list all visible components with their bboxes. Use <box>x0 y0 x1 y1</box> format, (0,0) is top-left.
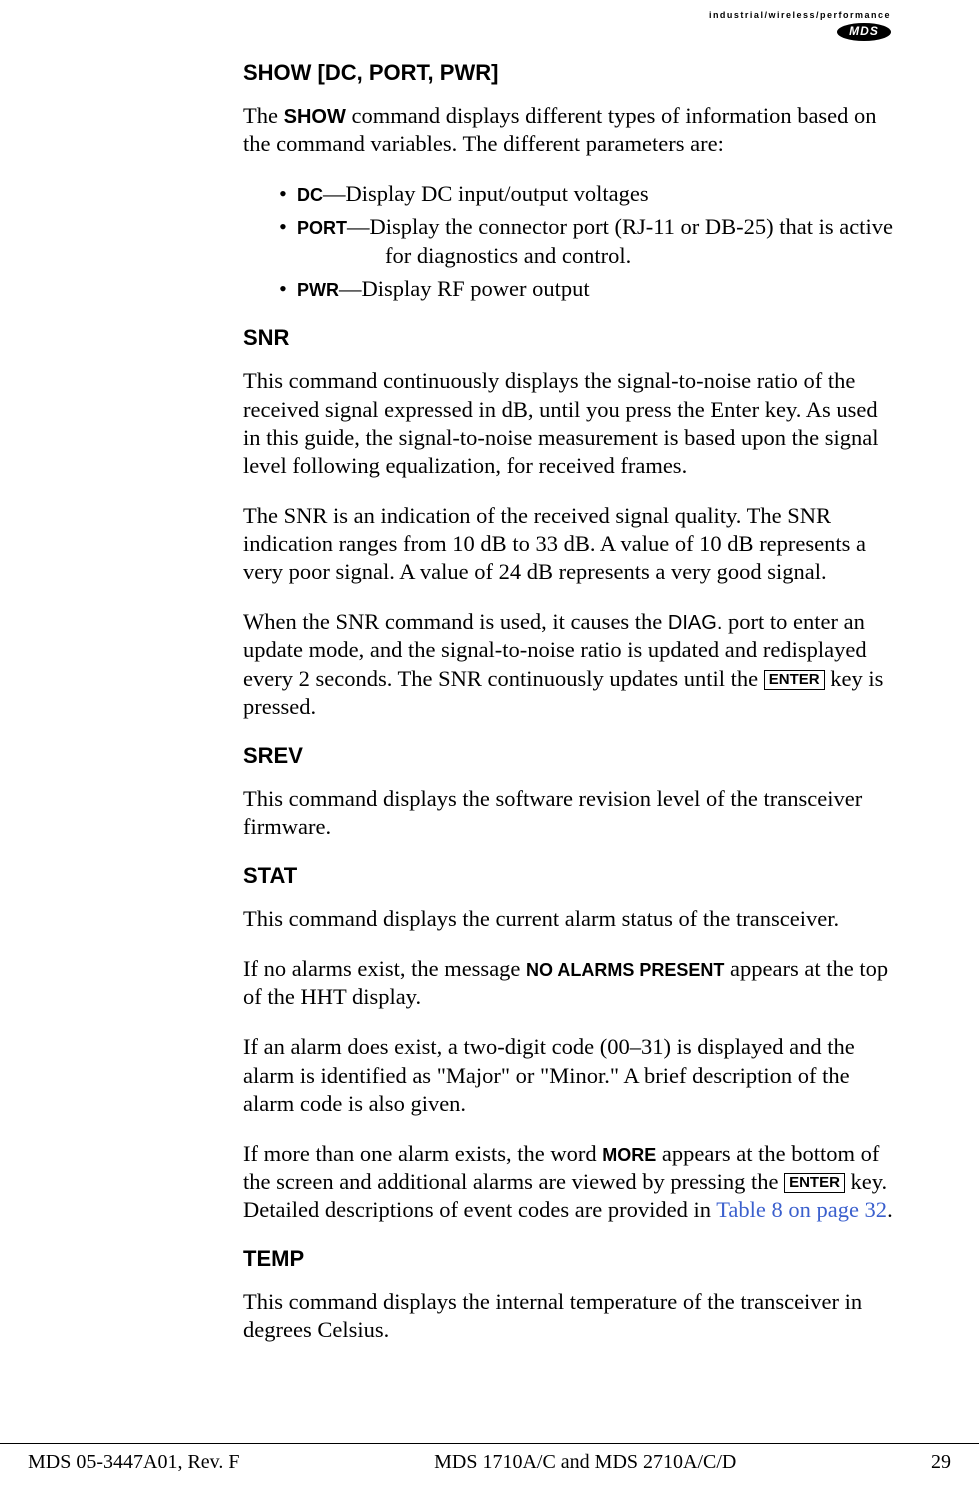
text: If no alarms exist, the message <box>243 956 526 981</box>
enter-keycap: ENTER <box>784 1173 845 1193</box>
footer-right: 29 <box>931 1451 951 1474</box>
brand-tagline: industrial/wireless/performance <box>709 10 891 20</box>
text: When the SNR command is used, it causes … <box>243 609 668 634</box>
param-pwr: • PWR—Display RF power output <box>283 275 893 304</box>
heading-show: SHOW [DC, PORT, PWR] <box>243 60 893 86</box>
text: The <box>243 103 284 128</box>
param-dc: • DC—Display DC input/output voltages <box>283 180 893 209</box>
param-name: DC <box>297 185 323 205</box>
stat-p3: If an alarm does exist, a two-digit code… <box>243 1033 893 1117</box>
heading-temp: TEMP <box>243 1246 893 1272</box>
snr-p3: When the SNR command is used, it causes … <box>243 608 893 721</box>
bullet-icon: • <box>279 213 287 242</box>
param-desc: —Display RF power output <box>339 276 590 301</box>
enter-keycap: ENTER <box>764 670 825 690</box>
brand-logo: industrial/wireless/performance MDS <box>709 10 891 41</box>
diag-label: DIAG. <box>668 612 722 634</box>
param-name: PORT <box>297 218 347 238</box>
snr-p2: The SNR is an indication of the received… <box>243 502 893 586</box>
stat-p2: If no alarms exist, the message NO ALARM… <box>243 955 893 1011</box>
param-desc: —Display the connector port (RJ-11 or DB… <box>347 214 893 239</box>
page-footer: MDS 05-3447A01, Rev. F MDS 1710A/C and M… <box>0 1443 979 1474</box>
param-desc-cont: for diagnostics and control. <box>297 242 893 271</box>
heading-srev: SREV <box>243 743 893 769</box>
more-label: MORE <box>602 1145 656 1165</box>
cmd-show: SHOW <box>284 106 346 128</box>
show-param-list: • DC—Display DC input/output voltages • … <box>243 180 893 303</box>
bullet-icon: • <box>279 275 287 304</box>
content-column: SHOW [DC, PORT, PWR] The SHOW command di… <box>243 60 893 1344</box>
text: . <box>887 1197 893 1222</box>
snr-p1: This command continuously displays the s… <box>243 367 893 480</box>
heading-snr: SNR <box>243 325 893 351</box>
text: If more than one alarm exists, the word <box>243 1141 602 1166</box>
brand-oval: MDS <box>837 23 891 41</box>
show-intro: The SHOW command displays different type… <box>243 102 893 158</box>
stat-p1: This command displays the current alarm … <box>243 905 893 933</box>
stat-p4: If more than one alarm exists, the word … <box>243 1140 893 1224</box>
param-name: PWR <box>297 280 339 300</box>
page: industrial/wireless/performance MDS SHOW… <box>0 0 979 1492</box>
param-desc: —Display DC input/output voltages <box>323 181 649 206</box>
heading-stat: STAT <box>243 863 893 889</box>
table-link[interactable]: Table 8 on page 32 <box>716 1197 887 1222</box>
srev-p1: This command displays the software revis… <box>243 785 893 841</box>
param-port: • PORT—Display the connector port (RJ-11… <box>283 213 893 271</box>
footer-center: MDS 1710A/C and MDS 2710A/C/D <box>434 1451 736 1474</box>
temp-p1: This command displays the internal tempe… <box>243 1288 893 1344</box>
bullet-icon: • <box>279 180 287 209</box>
footer-left: MDS 05-3447A01, Rev. F <box>28 1451 240 1474</box>
no-alarms-label: NO ALARMS PRESENT <box>526 960 724 980</box>
